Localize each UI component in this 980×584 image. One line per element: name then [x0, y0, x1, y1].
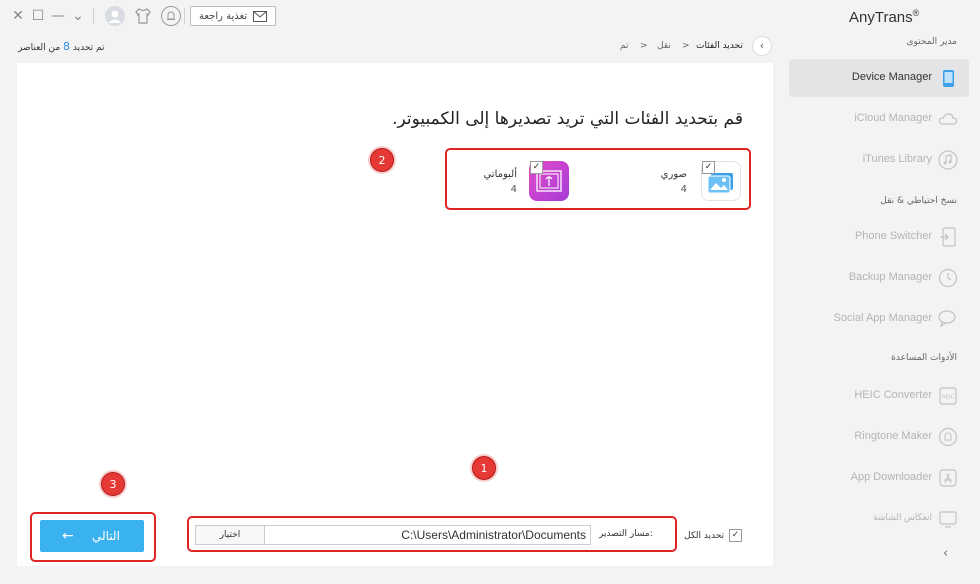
sidebar-item-label: Backup Manager	[848, 271, 932, 283]
svg-text:HEIC: HEIC	[941, 395, 954, 401]
sidebar-section-backup: نسخ احتياطي & نقل	[880, 196, 957, 206]
sidebar-section-tools: الأدوات المساعدة	[891, 353, 957, 363]
sidebar-item-label: HEIC Converter	[854, 389, 932, 401]
select-all-checkbox[interactable]: ✓	[729, 529, 742, 542]
switch-icon	[937, 226, 959, 248]
sidebar-item-label: انعكاس الشاشة	[873, 512, 932, 522]
account-icon[interactable]	[104, 5, 126, 27]
sidebar-item-social-app-manager[interactable]: Social App Manager	[789, 300, 969, 338]
back-button[interactable]: ‹	[752, 36, 772, 56]
cloud-icon	[937, 108, 959, 130]
select-all-label: تحديد الكل	[684, 531, 725, 541]
sidebar-collapse-button[interactable]: ‹	[943, 546, 948, 561]
breadcrumb-current: تحديد الفئات	[696, 41, 743, 51]
phone-icon	[937, 67, 959, 89]
sidebar-item-app-downloader[interactable]: App Downloader	[789, 459, 969, 497]
close-window-button[interactable]: ✕	[8, 6, 28, 26]
export-path-highlight: اختيار C:\Users\Administrator\Documents …	[187, 516, 677, 552]
sidebar-item-label: App Downloader	[850, 471, 932, 483]
category-name: ألبوماتي	[483, 169, 517, 180]
photos-checkbox[interactable]: ✓	[702, 161, 715, 174]
tshirt-icon[interactable]	[132, 5, 154, 27]
sidebar-item-label: Device Manager	[851, 71, 932, 83]
sidebar-item-backup-manager[interactable]: Backup Manager	[789, 259, 969, 297]
sidebar-item-ringtone-maker[interactable]: Ringtone Maker	[789, 418, 969, 456]
step-badge-3: 3	[101, 472, 125, 496]
breadcrumb-done[interactable]: تم	[620, 41, 629, 51]
export-path-label: مسار التصدير:	[599, 529, 653, 539]
notification-bell-icon[interactable]	[160, 5, 182, 27]
sidebar-item-label: Ringtone Maker	[854, 430, 932, 442]
bell-icon	[937, 426, 959, 448]
category-count: 4	[510, 184, 517, 195]
sidebar-item-label: iTunes Library	[862, 153, 932, 165]
sidebar-item-label: Social App Manager	[833, 312, 932, 324]
next-highlight: ← التالي	[30, 512, 156, 562]
feedback-button[interactable]: تغذية راجعة	[190, 6, 276, 26]
arrow-left-icon: ←	[62, 528, 74, 544]
appstore-icon	[937, 467, 959, 489]
next-button[interactable]: ← التالي	[40, 520, 144, 552]
sidebar-item-phone-switcher[interactable]: Phone Switcher	[789, 218, 969, 256]
sidebar-item-label: iCloud Manager	[854, 112, 932, 124]
maximize-window-button[interactable]: ☐	[28, 6, 48, 26]
next-button-label: التالي	[92, 529, 120, 543]
category-name: صوري	[660, 169, 687, 180]
sidebar-item-device-manager[interactable]: Device Manager	[789, 59, 969, 97]
breadcrumb-separator: >	[682, 41, 690, 51]
sidebar-item-heic-converter[interactable]: HEIC Converter HEIC	[789, 377, 969, 415]
feedback-label: تغذية راجعة	[199, 11, 248, 22]
chat-icon	[937, 308, 959, 330]
step-badge-1: 1	[472, 456, 496, 480]
category-count: 4	[680, 184, 687, 195]
minimize-window-button[interactable]: —	[48, 6, 68, 26]
selected-count: 8	[63, 40, 71, 53]
selection-status: تم تحديد 8 من العناصر	[18, 40, 105, 53]
music-icon	[937, 149, 959, 171]
sidebar-section-content: مدير المحتوى	[906, 37, 957, 47]
main-panel: قم بتحديد الفئات التي تريد تصديرها إلى ا…	[17, 63, 773, 566]
categories-highlight: ✓ صوري 4 ✓ ألبوماتي 4	[445, 148, 751, 210]
mail-icon	[253, 10, 267, 30]
history-icon	[937, 267, 959, 289]
menu-dropdown-button[interactable]: ⌄	[68, 6, 88, 26]
toolbar-divider	[93, 8, 94, 24]
breadcrumb-transfer[interactable]: نقل	[657, 41, 671, 51]
step-badge-2: 2	[370, 148, 394, 172]
sidebar-item-screen-mirror[interactable]: انعكاس الشاشة	[789, 500, 969, 538]
app-logo: AnyTrans®	[849, 8, 920, 26]
browse-button[interactable]: اختيار	[195, 525, 265, 545]
breadcrumb-separator: >	[640, 41, 648, 51]
albums-checkbox[interactable]: ✓	[530, 161, 543, 174]
toolbar-divider	[184, 8, 185, 24]
heic-icon: HEIC	[937, 385, 959, 407]
sidebar-item-label: Phone Switcher	[854, 230, 932, 242]
screen-mirror-icon	[937, 508, 959, 530]
page-heading: قم بتحديد الفئات التي تريد تصديرها إلى ا…	[392, 109, 743, 129]
sidebar-item-icloud-manager[interactable]: iCloud Manager	[789, 100, 969, 138]
export-path-field[interactable]: C:\Users\Administrator\Documents	[265, 525, 591, 545]
sidebar-item-itunes-library[interactable]: iTunes Library	[789, 141, 969, 179]
